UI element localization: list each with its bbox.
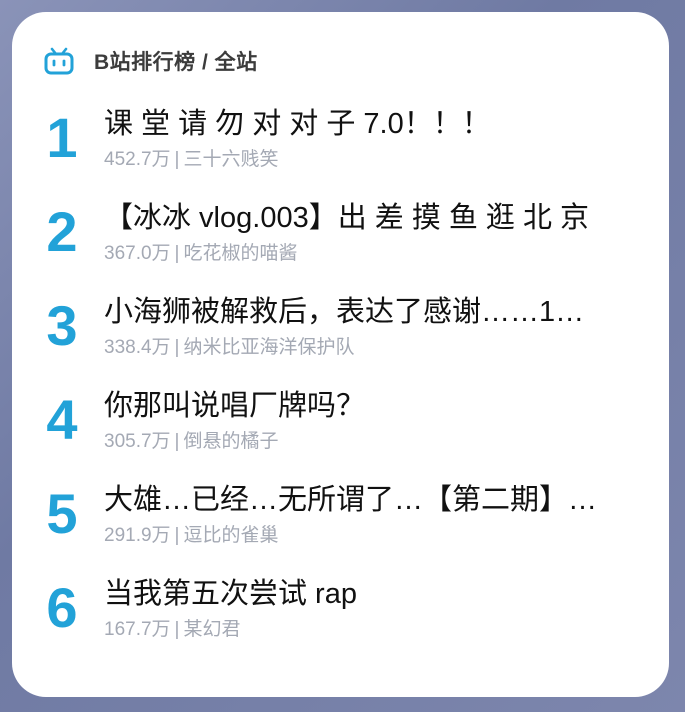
author-name: 逗比的雀巢: [183, 525, 279, 546]
view-count: 167.7万: [104, 619, 171, 640]
video-meta: 305.7万 | 倒悬的橘子: [104, 430, 279, 454]
meta-separator: |: [174, 431, 180, 452]
list-item[interactable]: 5 大雄…已经…无所谓了…【第二期】… 291.9万 | 逗比的雀巢: [12, 482, 669, 572]
video-meta: 338.4万 | 纳米比亚海洋保护队: [104, 336, 355, 360]
author-name: 纳米比亚海洋保护队: [183, 337, 355, 358]
meta-separator: |: [174, 243, 180, 264]
rank-number: 2: [46, 200, 78, 263]
video-meta: 167.7万 | 某幻君: [104, 618, 241, 642]
list-item[interactable]: 1 课 堂 请 勿 对 对 子 7.0！！！ 452.7万 | 三十六贱笑: [12, 106, 669, 196]
meta-separator: |: [174, 619, 180, 640]
video-title[interactable]: 大雄…已经…无所谓了…【第二期】…: [104, 482, 614, 518]
widget-title: B站排行榜 / 全站: [94, 51, 258, 74]
video-title[interactable]: 小海狮被解救后，表达了感谢……1…: [104, 294, 614, 330]
rank-number: 4: [46, 388, 78, 451]
view-count: 452.7万: [104, 149, 171, 170]
author-name: 吃花椒的喵酱: [183, 243, 298, 264]
list-item[interactable]: 6 当我第五次尝试 rap 167.7万 | 某幻君: [12, 576, 669, 666]
author-name: 三十六贱笑: [183, 149, 279, 170]
list-item[interactable]: 2 【冰冰 vlog.003】出 差 摸 鱼 逛 北 京 367.0万 | 吃花椒的…: [12, 200, 669, 290]
widget-header: B站排行榜 / 全站: [44, 46, 258, 76]
video-meta: 291.9万 | 逗比的雀巢: [104, 524, 279, 548]
video-meta: 452.7万 | 三十六贱笑: [104, 148, 279, 172]
rank-number: 3: [46, 294, 78, 357]
view-count: 367.0万: [104, 243, 171, 264]
ranking-widget[interactable]: B站排行榜 / 全站 1 课 堂 请 勿 对 对 子 7.0！！！ 452.7万…: [12, 12, 669, 697]
view-count: 291.9万: [104, 525, 171, 546]
rank-number: 6: [46, 576, 78, 639]
rank-number: 5: [46, 482, 78, 545]
video-title[interactable]: 当我第五次尝试 rap: [104, 576, 614, 612]
list-item[interactable]: 4 你那叫说唱厂牌吗？ 305.7万 | 倒悬的橘子: [12, 388, 669, 478]
video-title[interactable]: 你那叫说唱厂牌吗？: [104, 388, 614, 424]
video-title[interactable]: 课 堂 请 勿 对 对 子 7.0！！！: [104, 106, 614, 142]
meta-separator: |: [174, 149, 180, 170]
view-count: 305.7万: [104, 431, 171, 452]
meta-separator: |: [174, 525, 180, 546]
video-meta: 367.0万 | 吃花椒的喵酱: [104, 242, 298, 266]
author-name: 某幻君: [183, 619, 241, 640]
bilibili-tv-icon: [44, 46, 74, 76]
view-count: 338.4万: [104, 337, 171, 358]
meta-separator: |: [174, 337, 180, 358]
rank-number: 1: [46, 106, 78, 169]
list-item[interactable]: 3 小海狮被解救后，表达了感谢……1… 338.4万 | 纳米比亚海洋保护队: [12, 294, 669, 384]
author-name: 倒悬的橘子: [183, 431, 279, 452]
video-title[interactable]: 【冰冰 vlog.003】出 差 摸 鱼 逛 北 京: [104, 200, 614, 236]
